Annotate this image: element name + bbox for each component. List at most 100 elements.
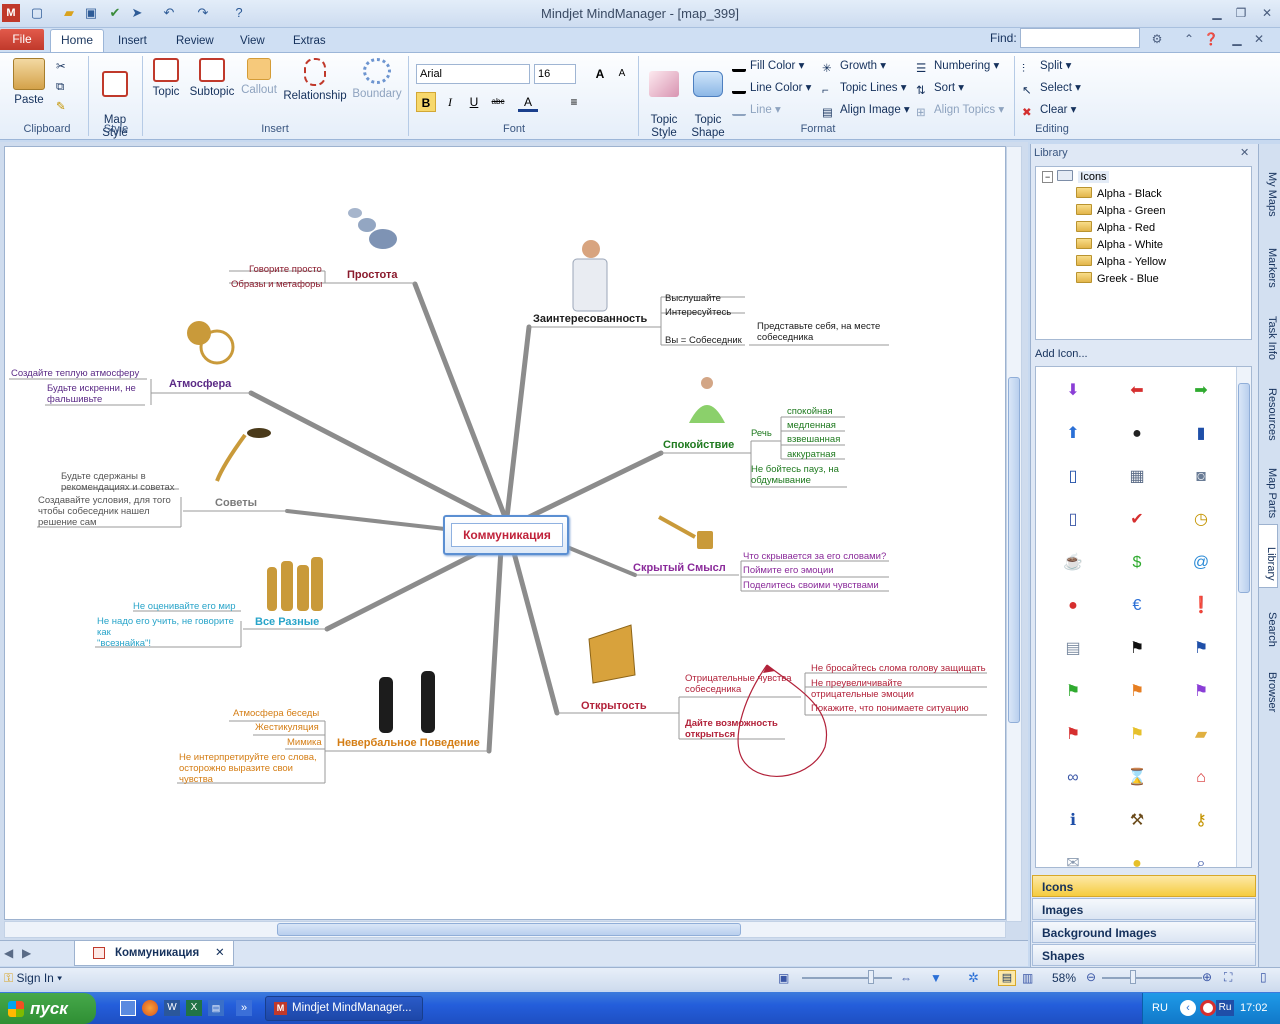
numbering-button[interactable]: ☰ Numbering ▾ <box>916 57 999 75</box>
map-overview-icon[interactable]: ▣ <box>778 971 789 985</box>
zoom-thumb-left[interactable] <box>868 970 874 984</box>
subtopic-skryty-2[interactable]: Поймите его эмоции <box>743 565 834 576</box>
arrow-right-icon[interactable]: ➡ <box>1169 381 1233 401</box>
font-size-select[interactable]: 16 <box>534 64 576 84</box>
topic-vse[interactable]: Все Разные <box>255 617 319 628</box>
side-tab-map-parts[interactable]: Map Parts <box>1258 446 1278 522</box>
add-icon-link[interactable]: Add Icon... <box>1035 348 1088 360</box>
glasses-icon[interactable]: ∞ <box>1041 768 1105 788</box>
check-icon[interactable]: ✔ <box>106 4 124 22</box>
envelope-icon[interactable]: ✉ <box>1041 854 1105 867</box>
tree-folder[interactable]: Alpha - Yellow <box>1076 254 1166 270</box>
flag-red-icon[interactable]: ⚑ <box>1041 725 1105 745</box>
side-tab-task-info[interactable]: Task Info <box>1258 294 1278 364</box>
subtopic-otkryt-feel-3[interactable]: Покажите, что понимаете ситуацию <box>811 703 969 714</box>
find-options-icon[interactable]: ⚙ <box>1146 30 1168 48</box>
subtopic-neverb-3[interactable]: Мимика <box>287 737 322 748</box>
subtopic-rech[interactable]: Речь <box>751 428 772 439</box>
dollar-icon[interactable]: $ <box>1105 553 1169 573</box>
undo-icon[interactable]: ↶ <box>160 4 178 22</box>
select-button[interactable]: ↖ Select ▾ <box>1022 79 1081 97</box>
subtopic-vse-2[interactable]: Не надо его учить, не говорите как "всез… <box>97 616 234 649</box>
zoom-slider-thumb[interactable] <box>1130 970 1136 984</box>
key-icon[interactable]: ⚷ <box>1169 811 1233 831</box>
lightbulb-icon[interactable]: ● <box>1105 854 1169 867</box>
boundary-button[interactable]: Boundary <box>350 58 404 101</box>
topic-spokoistvie[interactable]: Спокойствие <box>663 440 734 451</box>
help-icon[interactable]: ? <box>230 4 248 22</box>
flag-blue-icon[interactable]: ⚑ <box>1169 639 1233 659</box>
subtopic-zainteres-2[interactable]: Интересуйтесь <box>665 307 731 318</box>
horizontal-scrollbar[interactable] <box>4 921 1006 938</box>
topic-zainteres[interactable]: Заинтересованность <box>533 314 647 325</box>
arrow-up-icon[interactable]: ⬆ <box>1041 424 1105 444</box>
topic-skryty[interactable]: Скрытый Смысл <box>633 563 726 574</box>
doc-tab-close-icon[interactable]: ✕ <box>215 941 225 965</box>
tab-extras[interactable]: Extras <box>285 31 334 52</box>
relationship-button[interactable]: Relationship <box>282 58 348 103</box>
balance-map-icon[interactable]: ✲ <box>968 970 979 986</box>
clock-icon[interactable]: ◷ <box>1169 510 1233 530</box>
camera-icon[interactable]: ◙ <box>1169 467 1233 487</box>
subtopic-rech-2[interactable]: медленная <box>787 420 836 431</box>
tab-review[interactable]: Review <box>168 31 222 52</box>
align-icon[interactable]: ≡ <box>564 92 584 112</box>
align-image-button[interactable]: ▤ Align Image ▾ <box>822 101 910 119</box>
subtopic-sovety-1[interactable]: Будьте сдержаны в рекомендациях и совета… <box>61 471 175 493</box>
tray-back-icon[interactable]: ‹ <box>1180 1000 1196 1016</box>
horizontal-scroll-thumb[interactable] <box>277 923 741 936</box>
hourglass-icon[interactable]: ⌛ <box>1105 768 1169 788</box>
house-icon[interactable]: ⌂ <box>1169 768 1233 788</box>
subtopic-neverb-1[interactable]: Атмосфера беседы <box>233 708 319 719</box>
growth-button[interactable]: ✳ Growth ▾ <box>822 57 886 75</box>
subtopic-zainteres-3[interactable]: Вы = Собеседник <box>665 335 742 346</box>
zoom-track-left[interactable] <box>802 977 892 979</box>
topic-button[interactable]: Topic <box>146 58 186 99</box>
doc-minimize-icon[interactable]: ▁ <box>1226 30 1248 48</box>
info-icon[interactable]: ℹ <box>1041 811 1105 831</box>
tree-folder[interactable]: Alpha - Green <box>1076 203 1165 219</box>
save-icon[interactable]: ▣ <box>82 4 100 22</box>
app-quicklaunch-icon[interactable]: ▤ <box>208 1000 224 1016</box>
tab-view[interactable]: View <box>232 31 273 52</box>
icon-grid-scroll-thumb[interactable] <box>1238 383 1250 593</box>
open-icon[interactable]: ▰ <box>60 4 78 22</box>
subtopic-rech-1[interactable]: спокойная <box>787 406 833 417</box>
section-shapes[interactable]: Shapes <box>1032 944 1256 966</box>
folder-open-icon[interactable]: ▰ <box>1169 725 1233 745</box>
underline-button[interactable]: U <box>464 92 484 112</box>
align-topics-button[interactable]: ⊞ Align Topics ▾ <box>916 101 1004 119</box>
central-topic[interactable]: Коммуникация <box>443 515 569 555</box>
icon-grid[interactable]: ⬇ ⬅ ➡ ⬆ ● ▮ ▯ ▦ ◙ ▯ ✔ ◷ ☕ $ @ ● € ❗ ▤ ⚑ … <box>1035 366 1252 868</box>
outline-view-icon[interactable]: ▥ <box>1022 971 1033 985</box>
subtopic-otkryt-give[interactable]: Дайте возможность открыться <box>685 718 778 740</box>
sign-in-button[interactable]: ⚿ Sign In ▾ <box>4 971 62 986</box>
library-close-icon[interactable]: ✕ <box>1240 146 1249 159</box>
send-icon[interactable]: ➤ <box>128 4 146 22</box>
topic-neverb[interactable]: Невербальное Поведение <box>337 738 480 749</box>
word-quicklaunch-icon[interactable]: W <box>164 1000 180 1016</box>
fax-icon[interactable]: ▤ <box>1041 639 1105 659</box>
arrow-down-icon[interactable]: ⬇ <box>1041 381 1105 401</box>
zoom-slider-track[interactable] <box>1102 977 1202 979</box>
topic-lines-button[interactable]: ⌐ Topic Lines ▾ <box>822 79 907 97</box>
open-book-icon[interactable]: ▯ <box>1041 467 1105 487</box>
subtopic-prostota-2[interactable]: Образы и метафоры <box>231 279 322 290</box>
subtopic-vse-1[interactable]: Не оценивайте его мир <box>133 601 236 612</box>
flag-orange-icon[interactable]: ⚑ <box>1105 682 1169 702</box>
help-circle-icon[interactable]: ❓ <box>1200 30 1222 48</box>
tab-home[interactable]: Home <box>50 29 104 53</box>
section-icons[interactable]: Icons <box>1032 875 1256 897</box>
new-icon[interactable]: ▢ <box>28 4 46 22</box>
find-input[interactable] <box>1020 28 1140 48</box>
subtopic-skryty-3[interactable]: Поделитесь своими чувствами <box>743 580 879 591</box>
judge-hammer-icon[interactable]: ⚒ <box>1105 811 1169 831</box>
checkmark-icon[interactable]: ✔ <box>1105 510 1169 530</box>
flag-green-icon[interactable]: ⚑ <box>1041 682 1105 702</box>
subtopic-zainteres-note[interactable]: Представьте себя, на месте собеседника <box>757 321 880 343</box>
topic-sovety[interactable]: Советы <box>215 498 257 509</box>
italic-button[interactable]: I <box>440 92 460 112</box>
zoom-in-icon[interactable]: ⊕ <box>1202 970 1212 984</box>
fit-map-icon[interactable]: ⇔ <box>900 971 912 985</box>
shrink-font-icon[interactable]: A <box>612 64 632 84</box>
